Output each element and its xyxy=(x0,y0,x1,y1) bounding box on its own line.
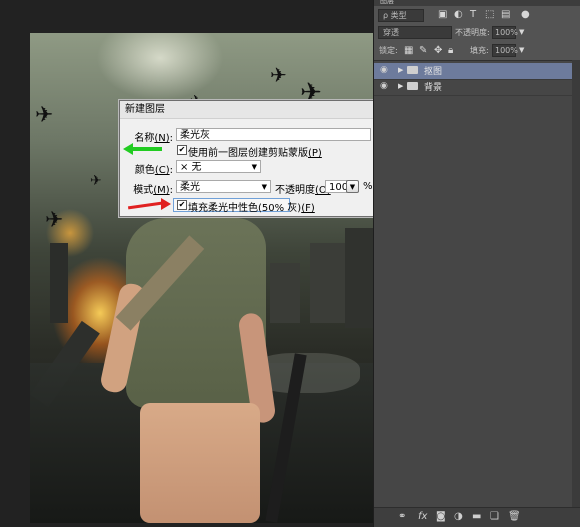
filter-type-value: ρ 类型 xyxy=(383,11,407,20)
layers-tab[interactable]: 图层 xyxy=(380,0,394,6)
mode-label-text: 模式 xyxy=(133,185,154,196)
ruined-building xyxy=(310,243,350,323)
mode-select-value: 柔光 xyxy=(180,182,200,193)
check-icon: ✔ xyxy=(178,145,186,154)
color-select[interactable]: × 无 ▼ xyxy=(176,160,261,173)
mask-icon[interactable]: ◙ xyxy=(436,511,446,522)
ruined-tower xyxy=(50,243,68,323)
dialog-title: 新建图层 xyxy=(125,104,165,115)
color-shortcut: (C) xyxy=(154,165,170,176)
name-label: 名称(N): xyxy=(128,129,173,144)
folder-icon xyxy=(407,82,418,90)
clipping-mask-checkbox[interactable]: ✔ xyxy=(177,145,187,155)
aircraft-silhouette: ✈ xyxy=(45,208,64,233)
group-icon[interactable]: ▬ xyxy=(472,511,481,522)
fill-dropdown-icon[interactable]: ▼ xyxy=(519,44,524,57)
opacity-dropdown-button[interactable]: ▼ xyxy=(346,180,359,193)
fill-neutral-color-checkbox[interactable]: ✔ xyxy=(177,200,187,210)
green-annotation-arrow xyxy=(123,143,163,155)
layer-row[interactable]: ◉ ▶ 背景 xyxy=(374,79,580,96)
visibility-eye-icon[interactable]: ◉ xyxy=(380,81,388,91)
adjustment-icon[interactable]: ◑ xyxy=(454,511,463,522)
expand-arrow-icon[interactable]: ▶ xyxy=(398,82,403,90)
opacity-label: 不透明度: xyxy=(455,28,490,37)
blend-mode-select[interactable]: 穿透 xyxy=(378,26,452,39)
trash-icon[interactable]: 🗑︎ xyxy=(508,511,521,522)
type-filter-icon[interactable]: T xyxy=(470,8,476,21)
opacity-field[interactable]: 100 xyxy=(325,180,348,193)
layer-name: 抠图 xyxy=(424,67,443,77)
layers-list[interactable]: ◉ ▶ 抠图 ◉ ▶ 背景 xyxy=(374,60,580,509)
dropdown-arrow-icon: ▼ xyxy=(261,183,267,191)
layer-name: 背景 xyxy=(424,83,443,93)
lock-label: 锁定: xyxy=(379,46,398,55)
name-colon: : xyxy=(169,133,173,144)
folder-icon xyxy=(407,66,418,74)
lock-row: 锁定: ▦ ✎ ✥ 🔒︎ 填充: 100% ▼ xyxy=(374,42,580,60)
mode-colon: : xyxy=(169,185,173,196)
blend-row: 穿透 不透明度: 100% ▼ xyxy=(374,24,580,42)
fill-value: 100% xyxy=(495,46,518,55)
name-field-value: 柔光灰 xyxy=(180,130,210,141)
mode-select[interactable]: 柔光 ▼ xyxy=(176,180,271,193)
canvas-workspace[interactable]: ✈ ✈ ✈ ✈ ✈ ✈ 新建图层 x 名称(N): 柔光灰 xyxy=(0,0,373,527)
arrow-shaft xyxy=(127,201,163,210)
filter-row: ρ 类型 ▣ ◐ T ⬚ ▤ ● xyxy=(374,7,580,25)
arrow-shaft xyxy=(132,147,162,151)
clipping-mask-shortcut: (P) xyxy=(308,148,322,159)
mode-shortcut: (M) xyxy=(153,185,170,196)
ruined-building xyxy=(270,263,300,323)
shape-filter-icon[interactable]: ⬚ xyxy=(485,8,494,21)
lock-all-icon[interactable]: 🔒︎ xyxy=(448,44,453,57)
layers-panel-footer: ⚭ fx ◙ ◑ ▬ ❏ 🗑︎ xyxy=(374,507,580,527)
lock-image-icon[interactable]: ✎ xyxy=(419,44,427,57)
fill-neutral-color-label-text: 填充柔光中性色(50% 灰) xyxy=(188,203,302,214)
check-icon: ✔ xyxy=(178,200,186,209)
dropdown-arrow-icon: ▼ xyxy=(251,163,257,171)
layer-row[interactable]: ◉ ▶ 抠图 xyxy=(374,63,580,80)
red-annotation-arrow xyxy=(127,198,172,211)
filter-type-select[interactable]: ρ 类型 xyxy=(378,9,424,22)
opacity-unit: % xyxy=(363,181,373,192)
fill-neutral-color-label[interactable]: 填充柔光中性色(50% 灰)(F) xyxy=(188,199,315,214)
filter-toggle-icon[interactable]: ● xyxy=(521,8,530,21)
clipping-mask-label[interactable]: 使用前一图层创建剪贴蒙版(P) xyxy=(188,144,322,159)
expand-arrow-icon[interactable]: ▶ xyxy=(398,66,403,74)
dropdown-arrow-icon: ▼ xyxy=(349,183,356,191)
link-icon[interactable]: ⚭ xyxy=(398,511,406,522)
dialog-titlebar[interactable]: 新建图层 x xyxy=(120,101,373,119)
aircraft-silhouette: ✈ xyxy=(90,173,102,189)
color-colon: : xyxy=(169,165,173,176)
pixel-filter-icon[interactable]: ▣ xyxy=(438,8,447,21)
arrow-head-icon xyxy=(161,198,171,210)
visibility-eye-icon[interactable]: ◉ xyxy=(380,65,388,75)
lock-transparent-icon[interactable]: ▦ xyxy=(404,44,413,57)
aircraft-silhouette: ✈ xyxy=(270,63,287,87)
new-layer-icon[interactable]: ❏ xyxy=(490,511,499,522)
layers-scrollbar[interactable] xyxy=(572,60,580,508)
opacity-value: 100% xyxy=(495,28,518,37)
color-select-value: × 无 xyxy=(180,162,202,173)
opacity-label-text: 不透明度 xyxy=(275,185,315,196)
fill-label: 填充: xyxy=(470,46,489,55)
name-field[interactable]: 柔光灰 xyxy=(176,128,371,141)
panel-header: 图层 xyxy=(374,0,580,6)
lock-position-icon[interactable]: ✥ xyxy=(434,44,442,57)
fx-icon[interactable]: fx xyxy=(418,511,427,522)
fill-neutral-color-shortcut: (F) xyxy=(301,203,315,214)
clipping-mask-label-text: 使用前一图层创建剪贴蒙版 xyxy=(188,148,308,159)
fill-field[interactable]: 100% xyxy=(492,44,518,57)
color-label-text: 颜色 xyxy=(134,165,155,176)
layers-panel[interactable]: 图层 ρ 类型 ▣ ◐ T ⬚ ▤ ● 穿透 不透明度: 100% ▼ 锁定: … xyxy=(373,0,580,527)
ruined-building xyxy=(345,228,373,328)
opacity-dropdown-icon[interactable]: ▼ xyxy=(519,26,524,39)
opacity-field[interactable]: 100% xyxy=(492,26,518,39)
soldier-legs xyxy=(140,403,260,523)
smart-object-filter-icon[interactable]: ▤ xyxy=(501,8,510,21)
aircraft-silhouette: ✈ xyxy=(35,103,54,128)
mode-label: 模式(M): xyxy=(128,181,173,196)
blend-mode-value: 穿透 xyxy=(383,28,399,37)
adjustment-filter-icon[interactable]: ◐ xyxy=(454,8,463,21)
color-label: 颜色(C): xyxy=(128,161,173,176)
